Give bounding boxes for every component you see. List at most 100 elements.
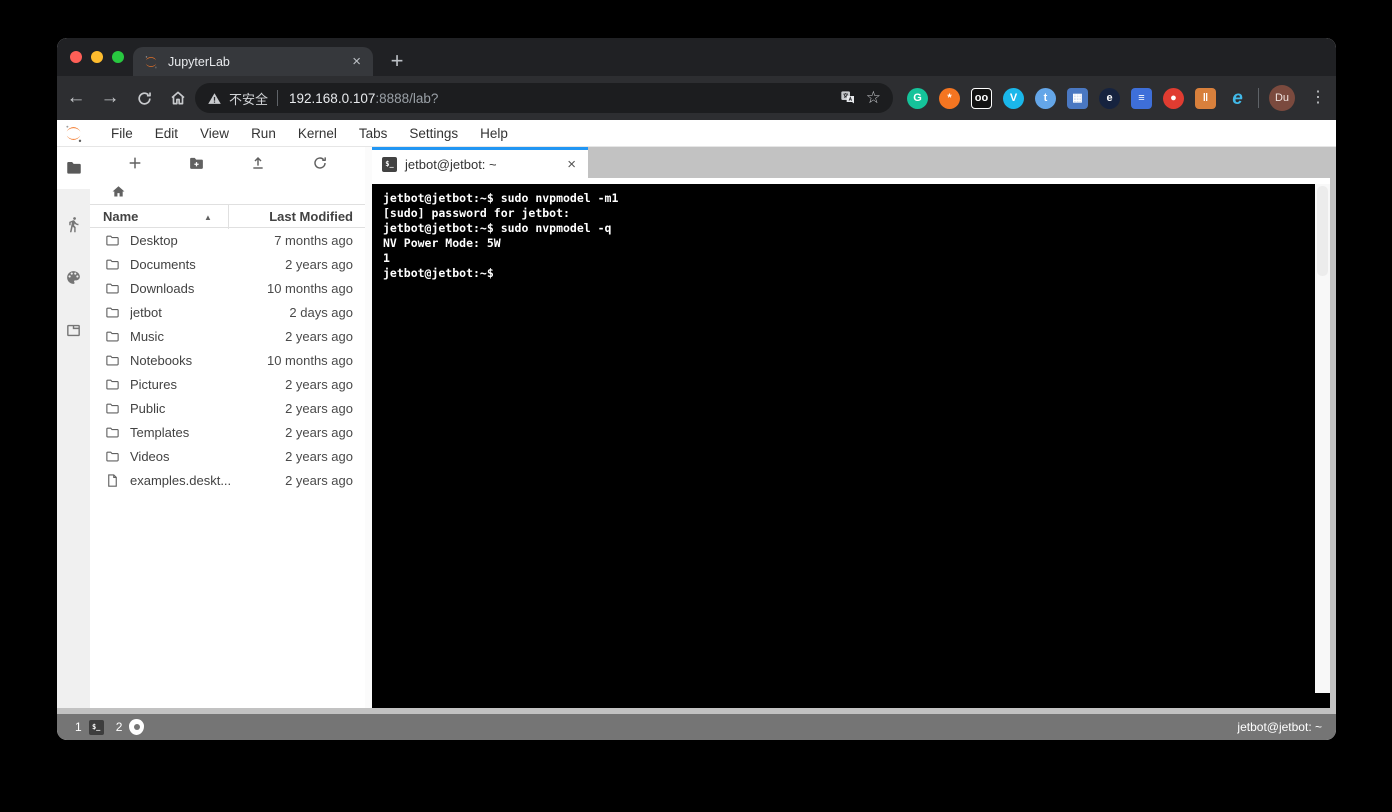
file-row[interactable]: Music2 years ago (90, 324, 365, 348)
terminal-status-icon: $_ (89, 720, 104, 735)
file-name: Templates (130, 425, 189, 440)
new-folder-icon (188, 155, 205, 172)
home-breadcrumb-icon[interactable] (111, 184, 126, 199)
address-bar[interactable]: 不安全 192.168.0.107 :8888/lab? ☆ (195, 83, 893, 113)
menu-view[interactable]: View (189, 126, 240, 141)
menu-kernel[interactable]: Kernel (287, 126, 348, 141)
new-launcher-button[interactable] (121, 150, 149, 176)
red-hand-extension-icon[interactable]: ● (1163, 88, 1184, 109)
folder-item-icon (105, 233, 120, 248)
file-row[interactable]: Downloads 10 months ago (90, 276, 365, 300)
vimeo-blue-extension-icon[interactable]: V (1003, 88, 1024, 109)
translate-button[interactable] (840, 90, 856, 106)
forward-button[interactable]: → (95, 83, 125, 113)
grammarly-extension-icon[interactable]: G (907, 88, 928, 109)
not-secure-label[interactable]: 不安全 (229, 89, 268, 108)
file-modified: 10 months ago (267, 353, 353, 368)
file-browser-toolbar (90, 147, 365, 179)
file-name: Desktop (130, 233, 178, 248)
column-header-name[interactable]: Name (90, 209, 138, 224)
minimize-window-button[interactable] (91, 51, 103, 63)
list-blue-extension-icon[interactable]: ≡ (1131, 88, 1152, 109)
file-row[interactable]: examples.deskt...2 years ago (90, 468, 365, 492)
command-palette-icon[interactable] (57, 269, 90, 286)
tab-close-icon[interactable]: × (350, 53, 363, 70)
folder-item-icon (105, 281, 120, 296)
menu-run[interactable]: Run (240, 126, 287, 141)
file-row[interactable]: jetbot2 days ago (90, 300, 365, 324)
jupyterlab-body: Name ▲ Last Modified Desktop 7 months ago… (57, 147, 1336, 708)
file-modified: 10 months ago (267, 281, 353, 296)
file-row[interactable]: Public 2 years ago (90, 396, 365, 420)
profile-avatar[interactable]: Du (1269, 85, 1295, 111)
file-row[interactable]: Notebooks10 months ago (90, 348, 365, 372)
city-blue-extension-icon[interactable]: ▦ (1067, 88, 1088, 109)
folder-icon[interactable] (57, 159, 90, 177)
terminal-scrollbar[interactable] (1315, 184, 1330, 693)
menu-edit[interactable]: Edit (144, 126, 189, 141)
refresh-icon (312, 155, 328, 171)
terminal-line: 1 (383, 251, 1330, 266)
file-row[interactable]: Desktop 7 months ago (90, 228, 365, 252)
file-list: Desktop7 months agoDocuments2 years agoD… (90, 228, 365, 492)
terminal-line: jetbot@jetbot:~$ (383, 266, 1330, 281)
column-divider (228, 205, 229, 229)
url-path[interactable]: :8888/lab? (375, 91, 829, 106)
browser-menu-button[interactable]: ⋮ (1306, 86, 1330, 110)
menu-tabs[interactable]: Tabs (348, 126, 399, 141)
running-sessions-icon[interactable] (57, 216, 90, 233)
toolbar-divider (1258, 88, 1259, 108)
file-name: Downloads (130, 281, 194, 296)
ie-extension-icon[interactable]: e (1227, 88, 1248, 109)
file-row[interactable]: Documents2 years ago (90, 252, 365, 276)
file-row[interactable]: Templates2 years ago (90, 420, 365, 444)
blue-bird-extension-icon[interactable]: t (1035, 88, 1056, 109)
terminal-tab-close-icon[interactable]: × (565, 156, 578, 173)
column-header-modified[interactable]: Last Modified (269, 209, 353, 224)
file-row[interactable]: Pictures2 years ago (90, 372, 365, 396)
orange-spark-extension-icon[interactable]: * (939, 88, 960, 109)
folder-item-icon (105, 329, 120, 344)
upload-button[interactable] (244, 150, 272, 176)
status-current-terminal[interactable]: jetbot@jetbot: ~ (1237, 720, 1322, 734)
panel-splitter[interactable] (365, 147, 372, 708)
new-tab-button[interactable]: + (384, 49, 410, 73)
file-name: Pictures (130, 377, 177, 392)
back-icon: ← (67, 87, 86, 109)
file-name: Public (130, 401, 165, 416)
folder-item-icon (105, 401, 120, 416)
file-row[interactable]: Videos2 years ago (90, 444, 365, 468)
menu-file[interactable]: File (100, 126, 144, 141)
close-window-button[interactable] (70, 51, 82, 63)
columns-orange-extension-icon[interactable]: ‖ (1195, 88, 1216, 109)
refresh-button[interactable] (306, 150, 334, 176)
dark-e-extension-icon[interactable]: e (1099, 88, 1120, 109)
home-button[interactable] (163, 83, 193, 113)
terminal-count-item[interactable]: 1 $_ (75, 720, 104, 735)
oo-black-extension-icon[interactable]: oo (971, 88, 992, 109)
jupyterlab-menubar: FileEditViewRunKernelTabsSettingsHelp (57, 120, 1336, 147)
file-name: examples.deskt... (130, 473, 231, 488)
terminal-scrollbar-thumb[interactable] (1317, 186, 1328, 276)
zoom-window-button[interactable] (112, 51, 124, 63)
back-button[interactable]: ← (61, 83, 91, 113)
menu-settings[interactable]: Settings (398, 126, 469, 141)
browser-toolbar: ← → 不安全 192.168.0.107 :8888/lab? (57, 76, 1336, 120)
menu-help[interactable]: Help (469, 126, 519, 141)
kernel-count-item[interactable]: 2 (116, 719, 145, 735)
file-modified: 7 months ago (274, 233, 353, 248)
reload-button[interactable] (129, 83, 159, 113)
bookmark-star-icon[interactable]: ☆ (866, 88, 881, 108)
file-modified: 2 years ago (285, 401, 353, 416)
terminal-output[interactable]: jetbot@jetbot:~$ sudo nvpmodel -m1[sudo]… (372, 184, 1330, 708)
open-tabs-icon[interactable] (57, 322, 90, 339)
terminal-tab[interactable]: $_ jetbot@jetbot: ~ × (372, 147, 588, 178)
jupyter-logo-icon (63, 123, 84, 144)
browser-tab[interactable]: JupyterLab × (133, 47, 373, 76)
file-modified: 2 days ago (289, 305, 353, 320)
url-host[interactable]: 192.168.0.107 (289, 91, 375, 106)
home-icon (169, 89, 187, 107)
file-list-header: Name ▲ Last Modified (90, 204, 365, 228)
terminal-line: [sudo] password for jetbot: (383, 206, 1330, 221)
new-folder-button[interactable] (183, 150, 211, 176)
